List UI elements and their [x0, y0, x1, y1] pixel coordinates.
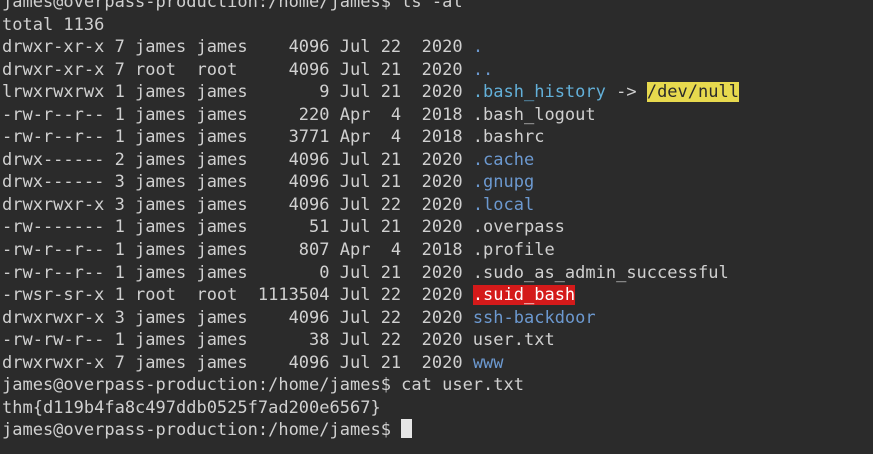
terminal-text: -rwsr-sr-x 1 root root 1113504 Jul 22 20… — [2, 285, 473, 306]
terminal-text: drwxr-xr-x 7 james james 4096 Jul 22 202… — [2, 37, 473, 58]
terminal-line: drwxrwxr-x 7 james james 4096 Jul 21 202… — [2, 352, 873, 375]
terminal-line: drwxrwxr-x 3 james james 4096 Jul 22 202… — [2, 194, 873, 217]
terminal-line: thm{d119b4fa8c497ddb0525f7ad200e6567} — [2, 397, 873, 420]
terminal-text: james@overpass-production:/home/james$ — [2, 420, 402, 441]
terminal-text: james@overpass-production:/home/james$ l… — [2, 0, 463, 12]
terminal-text: drwxrwxr-x 7 james james 4096 Jul 21 202… — [2, 352, 473, 373]
terminal-line: drwxrwxr-x 3 james james 4096 Jul 22 202… — [2, 307, 873, 330]
terminal-text: drwxrwxr-x 3 james james 4096 Jul 22 202… — [2, 194, 473, 215]
terminal-line: -rw-r--r-- 1 james james 220 Apr 4 2018 … — [2, 104, 873, 127]
directory-name: .gnupg — [472, 172, 535, 193]
terminal-line: drwx------ 2 james james 4096 Jul 21 202… — [2, 149, 873, 172]
terminal-line: -rw-rw-r-- 1 james james 38 Jul 22 2020 … — [2, 329, 873, 352]
symlink-name: .bash_history — [472, 82, 606, 103]
directory-name: ssh-backdoor — [472, 307, 596, 328]
terminal-line: drwxr-xr-x 7 root root 4096 Jul 21 2020 … — [2, 59, 873, 82]
terminal-text: drwx------ 3 james james 4096 Jul 21 202… — [2, 172, 473, 193]
terminal-line: -rw-r--r-- 1 james james 807 Apr 4 2018 … — [2, 239, 873, 262]
terminal-text: lrwxrwxrwx 1 james james 9 Jul 21 2020 — [2, 82, 473, 103]
terminal-text: -rw-r--r-- 1 james james 3771 Apr 4 2018… — [2, 127, 545, 148]
symlink-target: /dev/null — [646, 82, 739, 103]
terminal-text: -rw-r--r-- 1 james james 807 Apr 4 2018 … — [2, 240, 555, 261]
terminal-line: -rw-r--r-- 1 james james 0 Jul 21 2020 .… — [2, 262, 873, 285]
terminal-text: -rw-r--r-- 1 james james 0 Jul 21 2020 .… — [2, 262, 729, 283]
terminal-line: -rw------- 1 james james 51 Jul 21 2020 … — [2, 216, 873, 239]
terminal-text: drwxrwxr-x 3 james james 4096 Jul 22 202… — [2, 307, 473, 328]
terminal-line: -rwsr-sr-x 1 root root 1113504 Jul 22 20… — [2, 284, 873, 307]
terminal-line: james@overpass-production:/home/james$ c… — [2, 374, 873, 397]
directory-name: www — [472, 352, 504, 373]
terminal-line: james@overpass-production:/home/james$ — [2, 419, 873, 442]
terminal-text: -rw------- 1 james james 51 Jul 21 2020 … — [2, 217, 565, 238]
directory-name: .local — [472, 194, 535, 215]
suid-file-name: .suid_bash — [472, 285, 576, 306]
terminal-text: total 1136 — [2, 14, 105, 35]
terminal-line: lrwxrwxrwx 1 james james 9 Jul 21 2020 .… — [2, 81, 873, 104]
terminal-text: -rw-r--r-- 1 james james 220 Apr 4 2018 … — [2, 104, 596, 125]
directory-name: . — [472, 37, 484, 58]
terminal-line: drwxr-xr-x 7 james james 4096 Jul 22 202… — [2, 36, 873, 59]
directory-name: .cache — [472, 149, 535, 170]
terminal-text: drwx------ 2 james james 4096 Jul 21 202… — [2, 149, 473, 170]
terminal-window[interactable]: james@overpass-production:/home/james$ l… — [0, 0, 873, 454]
terminal-line: james@overpass-production:/home/james$ l… — [2, 0, 873, 14]
symlink-arrow: -> — [605, 82, 647, 103]
terminal-cursor — [401, 419, 413, 439]
terminal-text: james@overpass-production:/home/james$ c… — [2, 375, 524, 396]
terminal-text: drwxr-xr-x 7 root root 4096 Jul 21 2020 — [2, 59, 473, 80]
terminal-text: thm{d119b4fa8c497ddb0525f7ad200e6567} — [2, 397, 381, 418]
terminal-line: drwx------ 3 james james 4096 Jul 21 202… — [2, 171, 873, 194]
directory-name: .. — [472, 59, 494, 80]
terminal-line: -rw-r--r-- 1 james james 3771 Apr 4 2018… — [2, 126, 873, 149]
terminal-text: -rw-rw-r-- 1 james james 38 Jul 22 2020 … — [2, 330, 555, 351]
terminal-line: total 1136 — [2, 14, 873, 37]
